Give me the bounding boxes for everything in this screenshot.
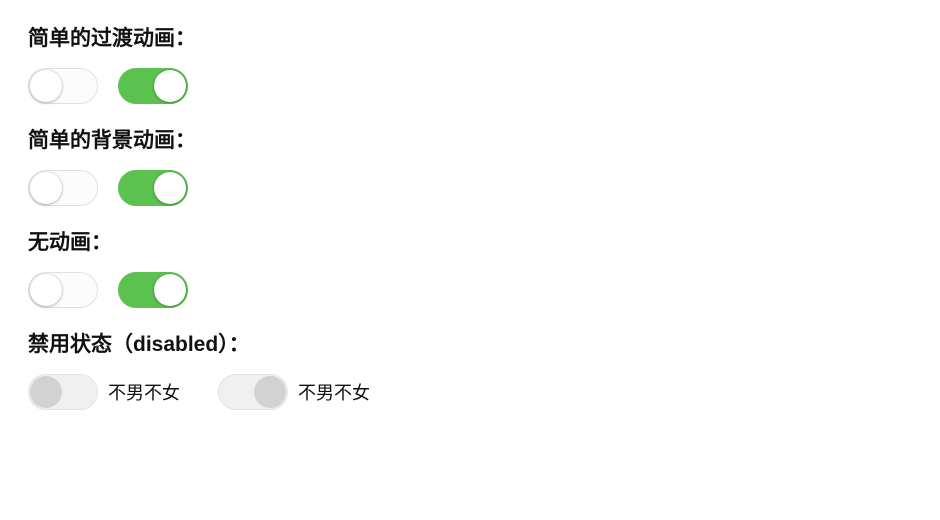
section-disabled: 禁用状态（disabled）： 不男不女 不男不女 — [28, 328, 912, 410]
noanim-toggle-off[interactable] — [28, 272, 98, 308]
section-noanim-label: 无动画： — [28, 226, 912, 256]
background-toggle-on[interactable] — [118, 170, 188, 206]
toggle-knob — [30, 274, 62, 306]
disabled-toggle-2-label: 不男不女 — [298, 379, 370, 405]
section-disabled-label: 禁用状态（disabled）： — [28, 328, 912, 358]
disabled-toggle-1 — [28, 374, 98, 410]
section-transition-switch-row — [28, 68, 912, 104]
background-toggle-off[interactable] — [28, 170, 98, 206]
toggle-knob — [30, 376, 62, 408]
section-transition: 简单的过渡动画： — [28, 22, 912, 104]
transition-toggle-on[interactable] — [118, 68, 188, 104]
section-background-switch-row — [28, 170, 912, 206]
section-noanim: 无动画： — [28, 226, 912, 308]
section-noanim-switch-row — [28, 272, 912, 308]
section-background-label: 简单的背景动画： — [28, 124, 912, 154]
toggle-knob — [30, 172, 62, 204]
toggle-knob — [254, 376, 286, 408]
toggle-knob — [154, 274, 186, 306]
transition-toggle-off[interactable] — [28, 68, 98, 104]
disabled-pair-2: 不男不女 — [218, 374, 370, 410]
disabled-toggle-1-label: 不男不女 — [108, 379, 180, 405]
noanim-toggle-on[interactable] — [118, 272, 188, 308]
disabled-toggle-2 — [218, 374, 288, 410]
section-background: 简单的背景动画： — [28, 124, 912, 206]
toggle-knob — [154, 172, 186, 204]
section-disabled-switch-row: 不男不女 不男不女 — [28, 374, 912, 410]
toggle-knob — [30, 70, 62, 102]
disabled-pair-1: 不男不女 — [28, 374, 180, 410]
section-transition-label: 简单的过渡动画： — [28, 22, 912, 52]
toggle-knob — [154, 70, 186, 102]
